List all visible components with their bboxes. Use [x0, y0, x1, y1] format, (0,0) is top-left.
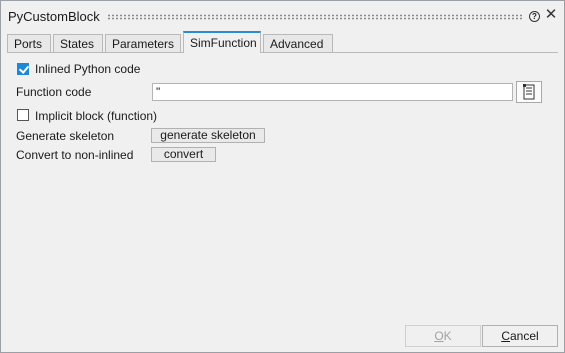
ok-access-key: O: [434, 329, 444, 343]
checkmark-icon: [18, 63, 30, 74]
convert-label: Convert to non-inlined: [16, 148, 134, 162]
tab-ports[interactable]: Ports: [7, 34, 51, 52]
tab-states[interactable]: States: [53, 34, 103, 52]
cancel-label-rest: ancel: [509, 329, 539, 343]
dialog-window: PyCustomBlock ? ✕ Ports States Parameter…: [0, 0, 565, 353]
implicit-block-checkbox[interactable]: [17, 109, 29, 121]
title-bar[interactable]: PyCustomBlock ? ✕: [1, 1, 564, 31]
cancel-access-key: C: [501, 329, 510, 343]
function-code-label: Function code: [16, 85, 92, 99]
generate-skeleton-button[interactable]: generate skeleton: [151, 128, 265, 143]
tab-strip: Ports States Parameters SimFunction Adva…: [7, 31, 564, 53]
implicit-block-label: Implicit block (function): [35, 109, 158, 123]
tab-simfunction[interactable]: SimFunction: [183, 31, 261, 53]
function-code-input[interactable]: [152, 83, 513, 101]
script-editor-icon: [523, 84, 535, 100]
simfunction-panel: Inlined Python code Function code Implic…: [7, 53, 558, 319]
ok-button[interactable]: OK: [405, 325, 481, 347]
inlined-python-checkbox[interactable]: [17, 63, 30, 75]
tab-advanced[interactable]: Advanced: [263, 34, 333, 52]
cancel-button[interactable]: Cancel: [482, 325, 558, 347]
close-icon[interactable]: ✕: [544, 7, 558, 23]
drag-grip[interactable]: [107, 14, 523, 20]
convert-button[interactable]: convert: [151, 147, 216, 162]
window-title: PyCustomBlock: [8, 9, 100, 24]
ok-label-rest: K: [443, 329, 452, 343]
tab-parameters[interactable]: Parameters: [105, 34, 181, 52]
generate-skeleton-label: Generate skeleton: [16, 129, 115, 143]
inlined-python-label: Inlined Python code: [35, 62, 141, 76]
edit-code-button[interactable]: [516, 81, 542, 103]
help-icon[interactable]: ?: [529, 11, 540, 22]
